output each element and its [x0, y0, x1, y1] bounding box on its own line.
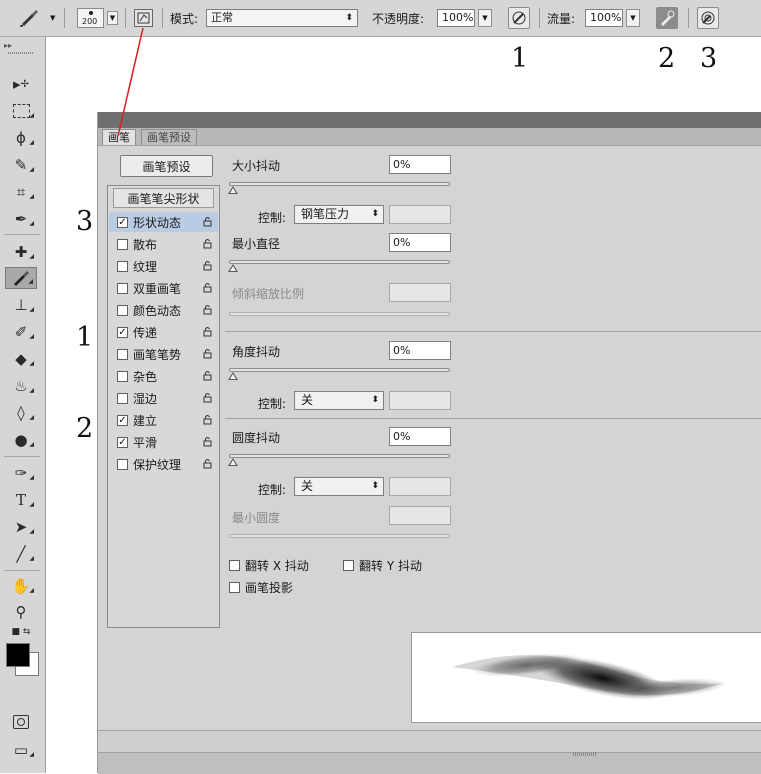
- foreground-color-swatch[interactable]: [6, 643, 30, 667]
- annotation-line: [117, 27, 144, 137]
